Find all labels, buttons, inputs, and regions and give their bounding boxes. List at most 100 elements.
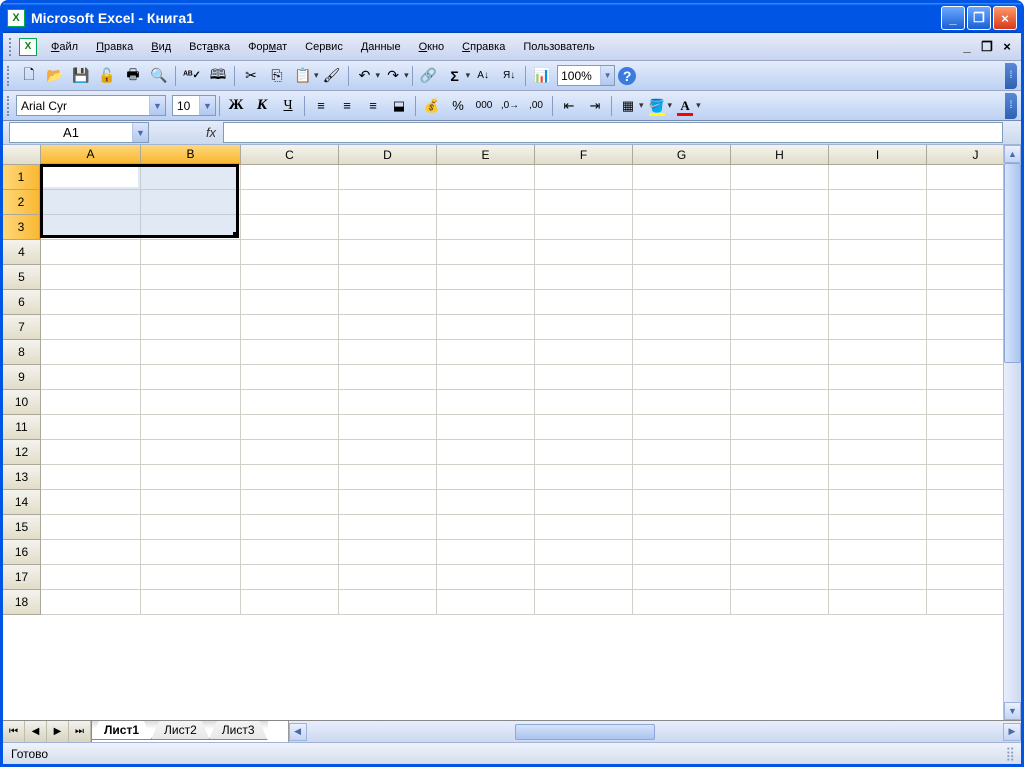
cell-G12[interactable] <box>633 440 731 465</box>
cell-J11[interactable] <box>927 415 1003 440</box>
font-size-combo[interactable]: 10 ▼ <box>172 95 216 116</box>
cell-F10[interactable] <box>535 390 633 415</box>
cell-D8[interactable] <box>339 340 437 365</box>
cell-G3[interactable] <box>633 215 731 240</box>
cell-D13[interactable] <box>339 465 437 490</box>
cell-G6[interactable] <box>633 290 731 315</box>
cell-D9[interactable] <box>339 365 437 390</box>
column-header-F[interactable]: F <box>535 145 633 165</box>
cell-C16[interactable] <box>241 540 339 565</box>
cell-A11[interactable] <box>41 415 141 440</box>
cell-F17[interactable] <box>535 565 633 590</box>
maximize-button[interactable]: ❐ <box>967 6 991 30</box>
cell-B12[interactable] <box>141 440 241 465</box>
cell-J1[interactable] <box>927 165 1003 190</box>
cell-A17[interactable] <box>41 565 141 590</box>
cell-D4[interactable] <box>339 240 437 265</box>
horizontal-scrollbar[interactable]: ◀ ▶ <box>288 721 1021 742</box>
hyperlink-button[interactable]: 🔗 <box>417 64 441 88</box>
menu-format[interactable]: Формат <box>240 38 295 56</box>
cell-J14[interactable] <box>927 490 1003 515</box>
cell-I16[interactable] <box>829 540 927 565</box>
menu-edit[interactable]: Правка <box>88 38 141 56</box>
column-header-B[interactable]: B <box>141 145 241 165</box>
menu-data[interactable]: Данные <box>353 38 409 56</box>
merge-center-button[interactable]: ⬓ <box>387 94 411 118</box>
sort-desc-button[interactable]: Я↓ <box>497 64 521 88</box>
font-color-button[interactable]: A <box>673 94 697 118</box>
cell-A9[interactable] <box>41 365 141 390</box>
cell-G9[interactable] <box>633 365 731 390</box>
cell-C10[interactable] <box>241 390 339 415</box>
formula-input[interactable] <box>223 122 1003 143</box>
cell-I11[interactable] <box>829 415 927 440</box>
align-center-button[interactable]: ≡ <box>335 94 359 118</box>
cell-E2[interactable] <box>437 190 535 215</box>
chevron-down-icon[interactable]: ▼ <box>600 66 614 85</box>
cell-A13[interactable] <box>41 465 141 490</box>
cell-C14[interactable] <box>241 490 339 515</box>
save-button[interactable]: 💾 <box>69 64 93 88</box>
tab-first-button[interactable]: ⏮ <box>3 721 25 742</box>
row-header-16[interactable]: 16 <box>3 540 41 565</box>
paste-dropdown[interactable]: ▾ <box>314 70 319 81</box>
cell-F14[interactable] <box>535 490 633 515</box>
cell-E13[interactable] <box>437 465 535 490</box>
cell-F8[interactable] <box>535 340 633 365</box>
cell-F18[interactable] <box>535 590 633 615</box>
paste-button[interactable]: 📋 <box>291 64 315 88</box>
cell-D15[interactable] <box>339 515 437 540</box>
cell-B7[interactable] <box>141 315 241 340</box>
print-button[interactable]: 🖶 <box>121 64 145 88</box>
cell-E14[interactable] <box>437 490 535 515</box>
cell-G2[interactable] <box>633 190 731 215</box>
cell-I2[interactable] <box>829 190 927 215</box>
cell-E5[interactable] <box>437 265 535 290</box>
cell-I5[interactable] <box>829 265 927 290</box>
cell-C6[interactable] <box>241 290 339 315</box>
cell-F12[interactable] <box>535 440 633 465</box>
cell-J7[interactable] <box>927 315 1003 340</box>
cell-D12[interactable] <box>339 440 437 465</box>
cell-J12[interactable] <box>927 440 1003 465</box>
zoom-combo[interactable]: 100%▼ <box>557 65 615 86</box>
cell-B15[interactable] <box>141 515 241 540</box>
cell-E7[interactable] <box>437 315 535 340</box>
cell-H13[interactable] <box>731 465 829 490</box>
row-header-4[interactable]: 4 <box>3 240 41 265</box>
cell-H11[interactable] <box>731 415 829 440</box>
cell-H7[interactable] <box>731 315 829 340</box>
cell-H6[interactable] <box>731 290 829 315</box>
excel-icon[interactable]: X <box>19 38 37 56</box>
cell-E18[interactable] <box>437 590 535 615</box>
resize-grip-icon[interactable]: ⣿ <box>1005 746 1013 762</box>
redo-button[interactable]: ↷ <box>381 64 405 88</box>
font-name-combo[interactable]: Arial Cyr ▼ <box>16 95 166 116</box>
cell-D6[interactable] <box>339 290 437 315</box>
currency-button[interactable]: 💰 <box>420 94 444 118</box>
autosum-button[interactable]: Σ <box>443 64 467 88</box>
cell-G14[interactable] <box>633 490 731 515</box>
cell-F5[interactable] <box>535 265 633 290</box>
bold-button[interactable]: Ж <box>224 94 248 118</box>
cell-D7[interactable] <box>339 315 437 340</box>
row-header-5[interactable]: 5 <box>3 265 41 290</box>
cut-button[interactable]: ✂ <box>239 64 263 88</box>
row-header-3[interactable]: 3 <box>3 215 41 240</box>
cell-A1[interactable] <box>41 165 141 190</box>
menu-tools[interactable]: Сервис <box>297 38 351 56</box>
vertical-scrollbar[interactable]: ▲ ▼ <box>1003 145 1021 720</box>
cell-C15[interactable] <box>241 515 339 540</box>
cell-B17[interactable] <box>141 565 241 590</box>
cell-H12[interactable] <box>731 440 829 465</box>
cell-E8[interactable] <box>437 340 535 365</box>
fill-color-button[interactable]: 🪣 <box>645 94 669 118</box>
menu-window[interactable]: Окно <box>411 38 453 56</box>
cell-H3[interactable] <box>731 215 829 240</box>
cell-H14[interactable] <box>731 490 829 515</box>
cell-E4[interactable] <box>437 240 535 265</box>
cell-D16[interactable] <box>339 540 437 565</box>
cell-I7[interactable] <box>829 315 927 340</box>
cell-B2[interactable] <box>141 190 241 215</box>
open-button[interactable]: 📂 <box>43 64 67 88</box>
